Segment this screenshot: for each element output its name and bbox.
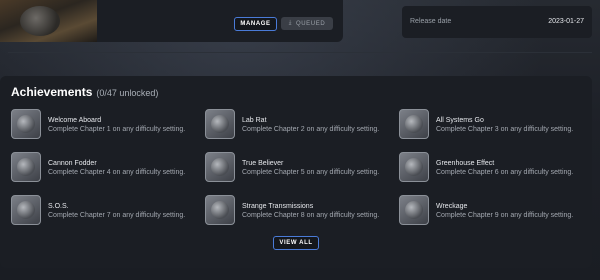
achievement-item[interactable]: Cannon Fodder Complete Chapter 4 on any … [11,150,201,184]
achievement-name: Cannon Fodder [48,160,97,167]
manage-button[interactable]: MANAGE [234,17,277,31]
section-divider [8,52,592,53]
achievement-item[interactable]: All Systems Go Complete Chapter 3 on any… [399,107,589,141]
achievement-description: Complete Chapter 3 on any difficulty set… [436,126,574,133]
achievements-heading: Achievements (0/47 unlocked) [11,85,158,99]
queued-button[interactable]: ⤓ QUEUED [281,17,333,30]
achievement-description: Complete Chapter 8 on any difficulty set… [242,212,380,219]
achievement-item[interactable]: Welcome Aboard Complete Chapter 1 on any… [11,107,201,141]
achievement-item[interactable]: Strange Transmissions Complete Chapter 8… [205,193,395,227]
achievement-badge-icon [205,109,235,139]
achievement-item[interactable]: Lab Rat Complete Chapter 2 on any diffic… [205,107,395,141]
view-all-button[interactable]: VIEW ALL [273,236,319,250]
game-header-card: MANAGE ⤓ QUEUED [0,0,343,42]
release-date-card: Release date 2023-01-27 [402,6,592,38]
achievement-name: Lab Rat [242,117,267,124]
release-date-value: 2023-01-27 [548,18,584,25]
achievement-badge-icon [11,109,41,139]
achievement-name: S.O.S. [48,203,69,210]
queued-label: QUEUED [295,20,326,27]
achievement-description: Complete Chapter 9 on any difficulty set… [436,212,574,219]
release-date-label: Release date [410,18,452,25]
achievement-badge-icon [205,195,235,225]
achievement-badge-icon [205,152,235,182]
achievement-name: Greenhouse Effect [436,160,495,167]
achievement-description: Complete Chapter 5 on any difficulty set… [242,169,380,176]
achievement-name: Wreckage [436,203,468,210]
achievements-card: Achievements (0/47 unlocked) Welcome Aboa… [0,76,592,268]
achievement-badge-icon [11,152,41,182]
game-thumbnail [0,0,97,42]
achievement-item[interactable]: True Believer Complete Chapter 5 on any … [205,150,395,184]
achievement-description: Complete Chapter 2 on any difficulty set… [242,126,380,133]
achievement-description: Complete Chapter 7 on any difficulty set… [48,212,186,219]
achievement-badge-icon [399,152,429,182]
achievement-item[interactable]: Wreckage Complete Chapter 9 on any diffi… [399,193,589,227]
achievement-name: Welcome Aboard [48,117,102,124]
achievement-item[interactable]: Greenhouse Effect Complete Chapter 6 on … [399,150,589,184]
achievement-item[interactable]: S.O.S. Complete Chapter 7 on any difficu… [11,193,201,227]
achievements-title: Achievements [11,85,93,99]
achievement-badge-icon [399,195,429,225]
achievement-name: True Believer [242,160,284,167]
achievement-description: Complete Chapter 1 on any difficulty set… [48,126,186,133]
achievements-count: (0/47 unlocked) [96,88,159,98]
download-icon: ⤓ [288,20,292,26]
achievement-name: All Systems Go [436,117,484,124]
achievement-name: Strange Transmissions [242,203,314,210]
achievement-badge-icon [11,195,41,225]
achievement-badge-icon [399,109,429,139]
achievement-description: Complete Chapter 6 on any difficulty set… [436,169,574,176]
achievement-description: Complete Chapter 4 on any difficulty set… [48,169,186,176]
